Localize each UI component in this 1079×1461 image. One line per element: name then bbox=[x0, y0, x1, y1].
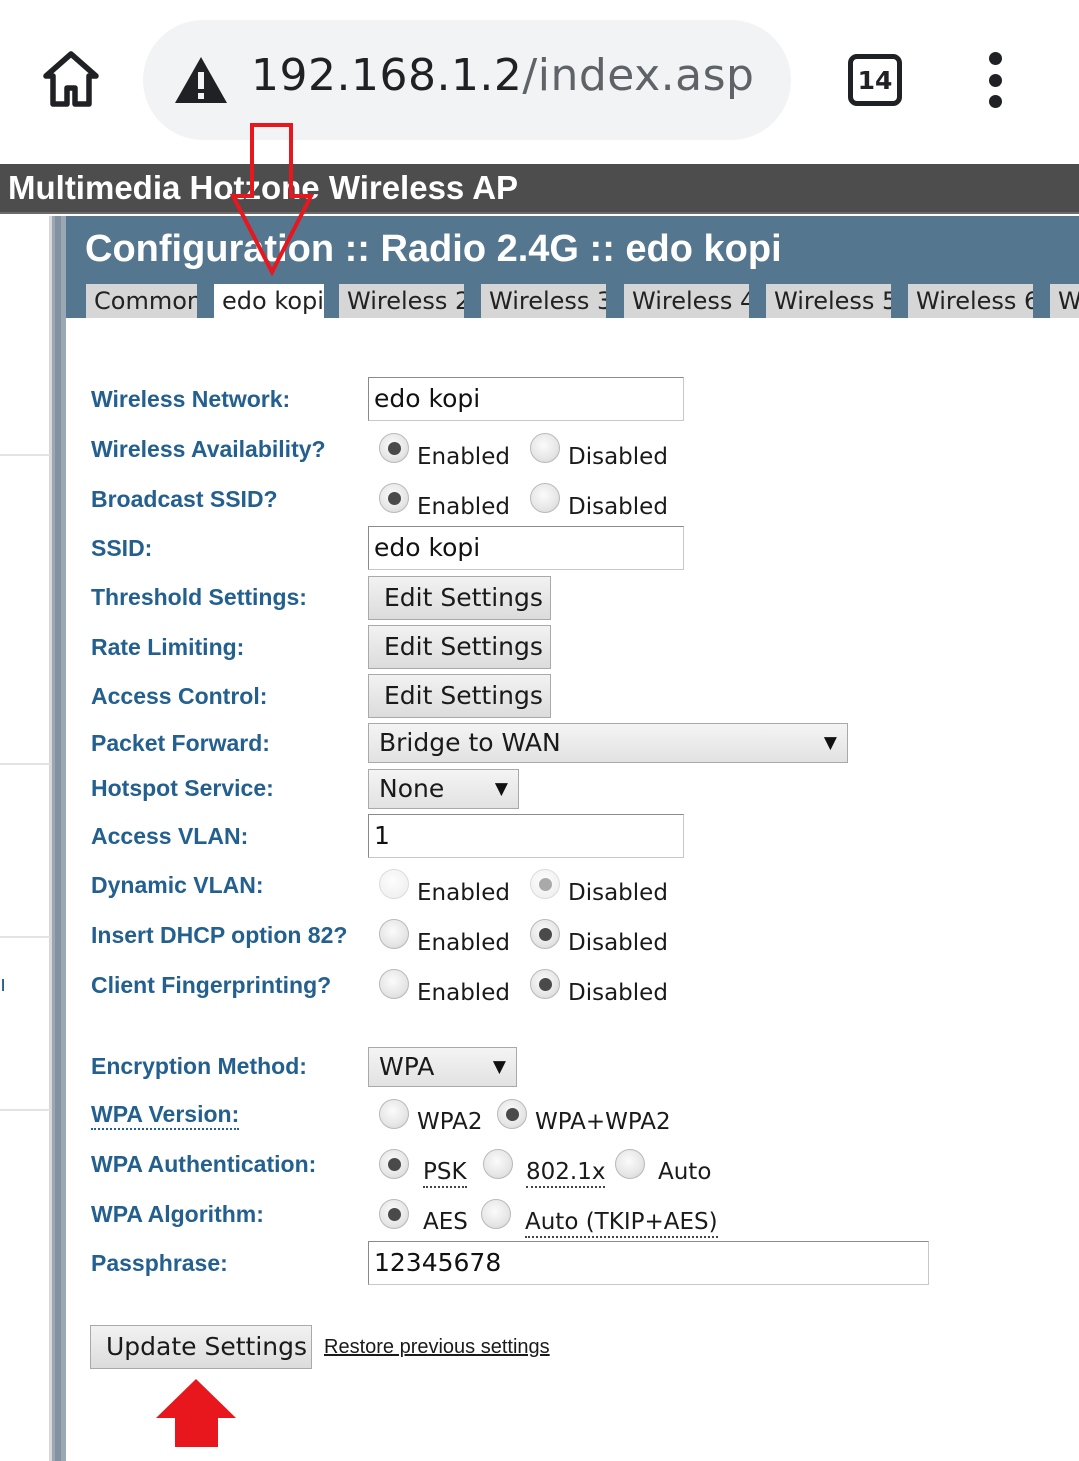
dynamic-vlan-enabled-label: Enabled bbox=[417, 880, 510, 906]
wpa-version-wpa2-label: WPA2 bbox=[417, 1109, 483, 1135]
dhcp82-disabled-label: Disabled bbox=[568, 930, 668, 956]
wireless-availability-enabled-radio[interactable] bbox=[379, 433, 409, 463]
passphrase-input[interactable]: 12345678 bbox=[368, 1241, 929, 1285]
fingerprinting-enabled-radio[interactable] bbox=[379, 969, 409, 999]
dynamic-vlan-disabled-label: Disabled bbox=[568, 880, 668, 906]
config-header: Configuration :: Radio 2.4G :: edo kopi … bbox=[66, 216, 1079, 318]
wpa-version-wpa2-radio[interactable] bbox=[379, 1099, 409, 1129]
ssid-label: SSID: bbox=[91, 535, 153, 561]
wpa-auth-8021x-radio[interactable] bbox=[483, 1149, 513, 1179]
nav-divider bbox=[0, 936, 50, 938]
packet-forward-value: Bridge to WAN bbox=[379, 728, 561, 757]
broadcast-ssid-enabled-label: Enabled bbox=[417, 494, 510, 520]
chevron-down-icon: ▼ bbox=[494, 779, 508, 799]
wpa-auth-psk-label[interactable]: PSK bbox=[423, 1159, 467, 1188]
wpa-auth-8021x-label[interactable]: 802.1x bbox=[526, 1159, 606, 1188]
nav-divider bbox=[0, 1109, 50, 1111]
wireless-network-input[interactable]: edo kopi bbox=[368, 377, 684, 421]
dhcp82-label: Insert DHCP option 82? bbox=[91, 922, 348, 948]
wpa-algorithm-auto-label[interactable]: Auto (TKIP+AES) bbox=[525, 1209, 718, 1238]
passphrase-label: Passphrase: bbox=[91, 1250, 228, 1276]
app-title-bar: Multimedia Hotzone Wireless AP bbox=[0, 164, 1079, 214]
hotspot-service-label: Hotspot Service: bbox=[91, 775, 274, 801]
wpa-auth-auto-radio[interactable] bbox=[615, 1149, 645, 1179]
dynamic-vlan-label: Dynamic VLAN: bbox=[91, 872, 264, 898]
broadcast-ssid-enabled-radio[interactable] bbox=[379, 483, 409, 513]
packet-forward-label: Packet Forward: bbox=[91, 730, 270, 756]
rate-limiting-label: Rate Limiting: bbox=[91, 634, 245, 660]
tab-common[interactable]: Common bbox=[86, 284, 197, 318]
wpa-algorithm-auto-radio[interactable] bbox=[481, 1199, 511, 1229]
threshold-edit-button[interactable]: Edit Settings bbox=[368, 576, 551, 620]
tab-wireless-2[interactable]: Wireless 2 bbox=[339, 284, 464, 318]
wireless-availability-disabled-radio[interactable] bbox=[530, 433, 560, 463]
restore-settings-link[interactable]: Restore previous settings bbox=[324, 1336, 550, 1359]
access-vlan-label: Access VLAN: bbox=[91, 823, 249, 849]
encryption-method-label: Encryption Method: bbox=[91, 1053, 307, 1079]
dynamic-vlan-enabled-radio[interactable] bbox=[379, 869, 409, 899]
broadcast-ssid-disabled-radio[interactable] bbox=[530, 483, 560, 513]
left-navigation: ı bbox=[0, 216, 52, 1461]
packet-forward-select[interactable]: Bridge to WAN ▼ bbox=[368, 723, 848, 763]
warning-icon[interactable] bbox=[173, 55, 229, 105]
home-icon[interactable] bbox=[40, 48, 102, 110]
dhcp82-disabled-radio[interactable] bbox=[530, 919, 560, 949]
address-bar[interactable]: 192.168.1.2/index.asp bbox=[143, 20, 791, 140]
wpa-version-wpa-wpa2-radio[interactable] bbox=[497, 1099, 527, 1129]
fingerprinting-disabled-label: Disabled bbox=[568, 980, 668, 1006]
tab-switcher-button[interactable]: 14 bbox=[848, 54, 902, 106]
access-vlan-input[interactable]: 1 bbox=[368, 814, 684, 858]
wpa-version-wpa-wpa2-label: WPA+WPA2 bbox=[535, 1109, 671, 1135]
dhcp82-enabled-label: Enabled bbox=[417, 930, 510, 956]
threshold-settings-label: Threshold Settings: bbox=[91, 584, 307, 610]
wpa-auth-psk-radio[interactable] bbox=[379, 1149, 409, 1179]
tab-wireless-7[interactable]: W bbox=[1050, 284, 1079, 318]
wireless-availability-disabled-label: Disabled bbox=[568, 444, 668, 470]
nav-divider bbox=[0, 763, 50, 765]
wpa-algorithm-label: WPA Algorithm: bbox=[91, 1201, 264, 1227]
hotspot-service-select[interactable]: None ▼ bbox=[368, 769, 519, 809]
page-title: Configuration :: Radio 2.4G :: edo kopi bbox=[85, 228, 782, 270]
update-settings-button[interactable]: Update Settings bbox=[90, 1325, 312, 1369]
dhcp82-enabled-radio[interactable] bbox=[379, 919, 409, 949]
hotspot-service-value: None bbox=[379, 774, 445, 803]
chevron-down-icon: ▼ bbox=[823, 733, 837, 753]
wpa-auth-auto-label: Auto bbox=[658, 1159, 712, 1185]
chevron-down-icon: ▼ bbox=[492, 1057, 506, 1077]
url-path: /index.asp bbox=[522, 50, 755, 101]
wireless-availability-label: Wireless Availability? bbox=[91, 436, 326, 462]
broadcast-ssid-disabled-label: Disabled bbox=[568, 494, 668, 520]
nav-glyph: ı bbox=[0, 971, 7, 996]
app-title: Multimedia Hotzone Wireless AP bbox=[8, 169, 519, 206]
nav-divider bbox=[0, 454, 50, 456]
rate-limiting-edit-button[interactable]: Edit Settings bbox=[368, 625, 551, 669]
tab-edo-kopi[interactable]: edo kopi bbox=[214, 284, 324, 318]
more-menu-icon[interactable] bbox=[978, 52, 1012, 108]
url-host: 192.168.1.2 bbox=[251, 50, 523, 101]
url-text[interactable]: 192.168.1.2/index.asp bbox=[251, 50, 754, 101]
wireless-availability-enabled-label: Enabled bbox=[417, 444, 510, 470]
browser-toolbar: 192.168.1.2/index.asp 14 bbox=[0, 0, 1079, 164]
encryption-method-select[interactable]: WPA ▼ bbox=[368, 1047, 517, 1087]
wpa-authentication-label: WPA Authentication: bbox=[91, 1151, 317, 1177]
wpa-algorithm-aes-label: AES bbox=[423, 1209, 468, 1235]
fingerprinting-enabled-label: Enabled bbox=[417, 980, 510, 1006]
wpa-algorithm-aes-radio[interactable] bbox=[379, 1199, 409, 1229]
wireless-network-label: Wireless Network: bbox=[91, 386, 291, 412]
encryption-method-value: WPA bbox=[379, 1052, 435, 1081]
dynamic-vlan-disabled-radio[interactable] bbox=[530, 869, 560, 899]
tab-wireless-5[interactable]: Wireless 5 bbox=[766, 284, 891, 318]
fingerprinting-disabled-radio[interactable] bbox=[530, 969, 560, 999]
access-control-edit-button[interactable]: Edit Settings bbox=[368, 674, 551, 718]
fingerprinting-label: Client Fingerprinting? bbox=[91, 972, 332, 998]
frame-divider bbox=[52, 216, 66, 1461]
wpa-version-label[interactable]: WPA Version: bbox=[91, 1101, 240, 1130]
tab-wireless-6[interactable]: Wireless 6 bbox=[908, 284, 1033, 318]
ssid-input[interactable]: edo kopi bbox=[368, 526, 684, 570]
tab-wireless-3[interactable]: Wireless 3 bbox=[481, 284, 606, 318]
tab-wireless-4[interactable]: Wireless 4 bbox=[624, 284, 749, 318]
access-control-label: Access Control: bbox=[91, 683, 268, 709]
broadcast-ssid-label: Broadcast SSID? bbox=[91, 486, 278, 512]
